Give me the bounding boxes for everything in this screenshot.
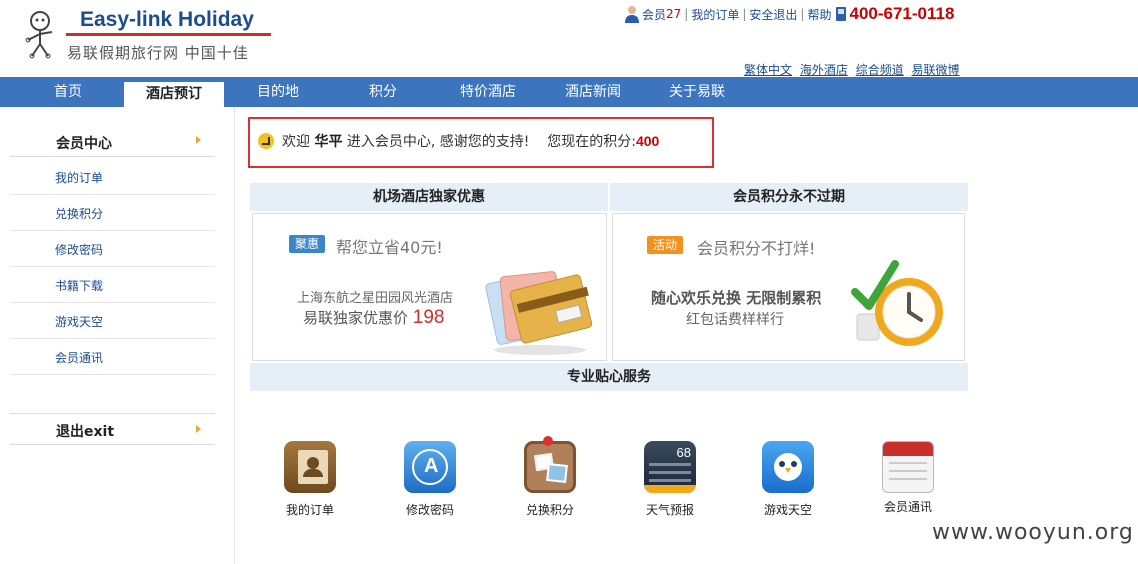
- watermark: www.wooyun.org: [932, 520, 1134, 545]
- promo-right-line2: 红包话费样样行: [686, 312, 784, 328]
- nav-points[interactable]: 积分: [369, 77, 397, 107]
- user-name: 华平: [314, 134, 343, 150]
- sidebar-item-label: 我的订单: [55, 171, 104, 185]
- member-count[interactable]: 27: [666, 7, 681, 21]
- top-links: 会员 27 | 我的订单 | 安全退出 | 帮助 400-671-0118: [624, 4, 954, 24]
- app-store-icon: A: [404, 441, 456, 493]
- promo-left-badge: 聚惠: [289, 235, 326, 253]
- contacts-book-icon: [284, 441, 336, 493]
- weather-temp: 68: [676, 445, 691, 460]
- service-label: 天气预报: [645, 503, 694, 517]
- logo-subtitle: 易联假期旅行网 中国十佳: [67, 44, 249, 62]
- sidebar-item-label: 兑换积分: [55, 207, 104, 221]
- promo-left-title: 帮您立省40元!: [336, 238, 443, 257]
- help-link[interactable]: 帮助: [807, 6, 831, 23]
- sub-links: 繁体中文 海外酒店 综合频道 易联微博: [744, 61, 964, 78]
- sidebar-header-label: 会员中心: [56, 136, 112, 152]
- promo-left-card[interactable]: 聚惠 帮您立省40元! 上海东航之星田园风光酒店 易联独家优惠价 198: [252, 213, 607, 361]
- nav-destinations[interactable]: 目的地: [257, 77, 299, 107]
- sidebar-member-center[interactable]: 会员中心: [10, 125, 215, 157]
- traditional-chinese-link[interactable]: 繁体中文: [744, 63, 792, 77]
- promo-right-card[interactable]: 活动 会员积分不打烊! 随心欢乐兑换 无限制累积 红包话费样样行: [612, 213, 965, 361]
- logo-underline: [66, 33, 271, 36]
- general-channel-link[interactable]: 综合频道: [856, 63, 904, 77]
- welcome-text: 欢迎 华平 进入会员中心, 感谢您的支持! 您现在的积分:400: [282, 131, 659, 151]
- arrow-right-icon: [196, 425, 201, 433]
- overseas-hotels-link[interactable]: 海外酒店: [800, 63, 848, 77]
- sidebar-item-newsletter[interactable]: 会员通讯: [10, 339, 215, 375]
- sidebar-item-my-orders[interactable]: 我的订单: [10, 159, 215, 195]
- nav-about[interactable]: 关于易联: [669, 77, 725, 107]
- credit-cards-icon: [485, 271, 593, 355]
- sidebar-exit[interactable]: 退出exit: [10, 413, 215, 445]
- service-label: 修改密码: [405, 503, 454, 517]
- my-orders-link[interactable]: 我的订单: [691, 6, 739, 23]
- service-label: 会员通讯: [883, 500, 932, 514]
- separator: |: [742, 7, 747, 21]
- welcome-message: 进入会员中心, 感谢您的支持!: [346, 134, 530, 150]
- sidebar-item-label: 会员通讯: [55, 351, 104, 365]
- arrow-right-icon: [196, 136, 201, 144]
- points-value: 400: [635, 133, 660, 149]
- promo-left-hotel: 上海东航之星田园风光酒店: [297, 291, 454, 306]
- weibo-link[interactable]: 易联微博: [912, 63, 960, 77]
- calendar-icon: [882, 441, 934, 493]
- nav-special-hotels[interactable]: 特价酒店: [460, 77, 516, 107]
- sidebar-item-game-sky[interactable]: 游戏天空: [10, 303, 215, 339]
- separator: |: [800, 7, 805, 21]
- nav-hotel-news[interactable]: 酒店新闻: [565, 77, 621, 107]
- sidebar-item-label: 书籍下载: [55, 279, 104, 293]
- phone-icon: [836, 7, 847, 21]
- member-avatar-icon: [625, 6, 639, 23]
- sidebar-divider: [234, 107, 235, 564]
- logout-link[interactable]: 安全退出: [749, 6, 797, 23]
- sidebar-item-label: 修改密码: [55, 243, 104, 257]
- service-redeem-points[interactable]: 兑换积分: [510, 436, 590, 518]
- clock-check-icon: [851, 260, 943, 346]
- separator: |: [684, 7, 689, 21]
- hotline-number: 400-671-0118: [849, 4, 955, 23]
- service-weather[interactable]: 68 天气预报: [630, 441, 710, 518]
- promo-right-badge: 活动: [647, 236, 684, 254]
- weather-icon: 68: [644, 441, 696, 493]
- sidebar-item-book-download[interactable]: 书籍下载: [10, 267, 215, 303]
- service-change-password[interactable]: A 修改密码: [390, 441, 470, 518]
- logo-figure-icon: [25, 11, 53, 59]
- promo-left-heading: 机场酒店独家优惠: [250, 183, 608, 211]
- services-heading: 专业贴心服务: [250, 363, 968, 391]
- service-game-sky[interactable]: 游戏天空: [748, 441, 828, 518]
- price-label: 易联独家优惠价: [303, 309, 409, 327]
- member-link[interactable]: 会员: [642, 6, 666, 23]
- service-my-orders[interactable]: 我的订单: [270, 441, 350, 518]
- sidebar-item-change-password[interactable]: 修改密码: [10, 231, 215, 267]
- points-label: 您现在的积分:: [547, 134, 636, 150]
- sidebar-exit-label: 退出exit: [56, 424, 115, 440]
- promo-right-heading: 会员积分永不过期: [610, 183, 968, 211]
- sidebar-item-label: 游戏天空: [55, 315, 104, 329]
- price-value: 198: [412, 307, 445, 328]
- photo-board-icon: [524, 436, 576, 493]
- sidebar-item-redeem-points[interactable]: 兑换积分: [10, 195, 215, 231]
- nav-hotel-booking[interactable]: 酒店预订: [124, 82, 224, 107]
- service-label: 兑换积分: [525, 503, 574, 517]
- welcome-box: 欢迎 华平 进入会员中心, 感谢您的支持! 您现在的积分:400: [248, 117, 714, 168]
- nav-home[interactable]: 首页: [54, 77, 82, 107]
- service-newsletter[interactable]: 会员通讯: [868, 441, 948, 515]
- service-label: 我的订单: [285, 503, 334, 517]
- bird-icon: [762, 441, 814, 493]
- service-label: 游戏天空: [763, 503, 812, 517]
- main-nav: 首页 酒店预订 目的地 积分 特价酒店 酒店新闻 关于易联: [0, 77, 1138, 107]
- welcome-arrow-icon: [258, 133, 274, 149]
- promo-right-line1: 随心欢乐兑换 无限制累积: [651, 289, 822, 307]
- welcome-prefix: 欢迎: [282, 134, 310, 150]
- promo-right-title: 会员积分不打烊!: [697, 239, 816, 258]
- logo-title[interactable]: Easy-link Holiday: [80, 8, 254, 32]
- promo-left-price-line: 易联独家优惠价 198: [303, 307, 445, 329]
